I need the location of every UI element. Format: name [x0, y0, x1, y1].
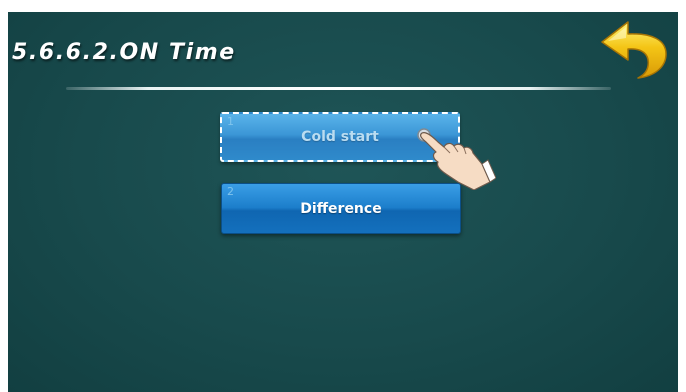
page-title: 5.6.6.2.ON Time [12, 40, 236, 65]
device-screen: 5.6.6.2.ON Time 1 Cold start 2 Differenc… [8, 12, 678, 392]
menu-item-cold-start[interactable]: 1 Cold start [220, 112, 460, 162]
title-divider [66, 87, 611, 90]
menu-item-difference[interactable]: 2 Difference [221, 183, 461, 234]
menu-item-number: 1 [227, 115, 234, 128]
menu-item-number: 2 [227, 185, 234, 198]
menu-item-label: Cold start [301, 129, 379, 145]
back-button[interactable] [598, 18, 670, 80]
back-arrow-icon [601, 21, 667, 79]
menu-item-label: Difference [300, 200, 382, 217]
